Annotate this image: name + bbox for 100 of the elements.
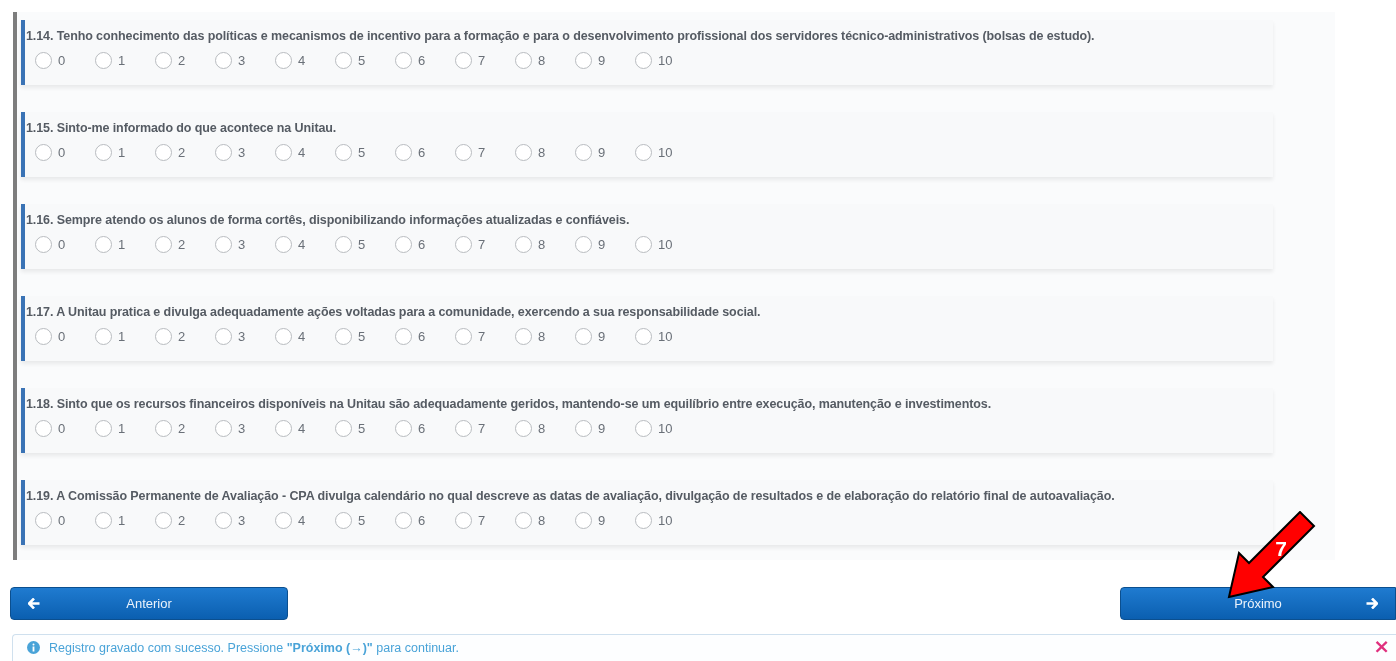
radio-button[interactable]: [95, 236, 112, 253]
radio-button[interactable]: [515, 512, 532, 529]
radio-button[interactable]: [515, 236, 532, 253]
radio-button[interactable]: [455, 420, 472, 437]
radio-button[interactable]: [455, 512, 472, 529]
option-label: 3: [238, 513, 246, 528]
radio-button[interactable]: [95, 420, 112, 437]
option-label: 9: [598, 145, 606, 160]
radio-button[interactable]: [215, 420, 232, 437]
question-text: 1.15. Sinto-me informado do que acontece na Unitau.: [26, 121, 338, 135]
radio-button[interactable]: [395, 512, 412, 529]
option-label: 8: [538, 421, 546, 436]
radio-button[interactable]: [335, 328, 352, 345]
option-label: 4: [298, 513, 306, 528]
radio-button[interactable]: [35, 512, 52, 529]
radio-button[interactable]: [335, 144, 352, 161]
radio-button[interactable]: [635, 512, 652, 529]
radio-button[interactable]: [635, 236, 652, 253]
close-button[interactable]: ×: [1373, 636, 1390, 656]
radio-button[interactable]: [95, 328, 112, 345]
option-label: 0: [58, 513, 66, 528]
radio-button[interactable]: [335, 52, 352, 69]
option-label: 9: [598, 237, 606, 252]
radio-button[interactable]: [155, 420, 172, 437]
radio-button[interactable]: [455, 52, 472, 69]
radio-button[interactable]: [395, 328, 412, 345]
radio-button[interactable]: [335, 420, 352, 437]
radio-button[interactable]: [455, 328, 472, 345]
radio-button[interactable]: [635, 144, 652, 161]
radio-button[interactable]: [215, 328, 232, 345]
radio-button[interactable]: [635, 420, 652, 437]
option-label: 5: [358, 513, 366, 528]
next-button[interactable]: Próximo: [1120, 587, 1396, 620]
radio-button[interactable]: [155, 236, 172, 253]
radio-button[interactable]: [35, 52, 52, 69]
radio-button[interactable]: [35, 420, 52, 437]
option-label: 2: [178, 145, 186, 160]
radio-button[interactable]: [95, 512, 112, 529]
radio-button[interactable]: [395, 420, 412, 437]
radio-button[interactable]: [515, 144, 532, 161]
radio-button[interactable]: [35, 236, 52, 253]
radio-button[interactable]: [275, 144, 292, 161]
radio-button[interactable]: [215, 52, 232, 69]
option-label: 8: [538, 513, 546, 528]
option-label: 10: [658, 53, 673, 68]
arrow-right-icon: [1366, 598, 1378, 609]
radio-button[interactable]: [35, 144, 52, 161]
option-label: 9: [598, 513, 606, 528]
option-label: 2: [178, 421, 186, 436]
option-label: 4: [298, 145, 306, 160]
option-label: 0: [58, 53, 66, 68]
radio-button[interactable]: [215, 236, 232, 253]
question-text: 1.18. Sinto que os recursos financeiros disponíveis na Unitau são adequadamente geridos, mantendo-se um equilíbrio entre execução, manutenção e investimentos.: [26, 397, 993, 411]
option-label: 8: [538, 329, 546, 344]
option-label: 3: [238, 421, 246, 436]
radio-button[interactable]: [335, 236, 352, 253]
radio-button[interactable]: [575, 52, 592, 69]
radio-button[interactable]: [515, 420, 532, 437]
radio-button[interactable]: [155, 328, 172, 345]
radio-button[interactable]: [515, 52, 532, 69]
radio-button[interactable]: [575, 420, 592, 437]
radio-button[interactable]: [575, 236, 592, 253]
previous-button[interactable]: Anterior: [10, 587, 288, 620]
radio-button[interactable]: [215, 144, 232, 161]
radio-button[interactable]: [575, 512, 592, 529]
radio-button[interactable]: [455, 236, 472, 253]
option-label: 7: [478, 53, 486, 68]
option-label: 8: [538, 237, 546, 252]
radio-button[interactable]: [155, 52, 172, 69]
option-label: 8: [538, 145, 546, 160]
radio-button[interactable]: [515, 328, 532, 345]
option-label: 2: [178, 329, 186, 344]
radio-button[interactable]: [275, 52, 292, 69]
radio-button[interactable]: [335, 512, 352, 529]
option-label: 10: [658, 237, 673, 252]
radio-button[interactable]: [215, 512, 232, 529]
radio-button[interactable]: [575, 328, 592, 345]
radio-button[interactable]: [275, 420, 292, 437]
option-label: 6: [418, 237, 426, 252]
radio-button[interactable]: [35, 328, 52, 345]
info-icon: [27, 641, 40, 654]
radio-button[interactable]: [395, 144, 412, 161]
option-label: 5: [358, 145, 366, 160]
radio-button[interactable]: [95, 144, 112, 161]
radio-button[interactable]: [395, 236, 412, 253]
option-label: 1: [118, 421, 126, 436]
radio-button[interactable]: [275, 512, 292, 529]
radio-button[interactable]: [575, 144, 592, 161]
radio-button[interactable]: [155, 512, 172, 529]
radio-button[interactable]: [395, 52, 412, 69]
option-label: 6: [418, 329, 426, 344]
radio-button[interactable]: [635, 328, 652, 345]
option-label: 4: [298, 421, 306, 436]
radio-button[interactable]: [275, 236, 292, 253]
radio-button[interactable]: [635, 52, 652, 69]
radio-button[interactable]: [155, 144, 172, 161]
radio-button[interactable]: [455, 144, 472, 161]
radio-button[interactable]: [275, 328, 292, 345]
step-number: 7: [1275, 537, 1287, 560]
radio-button[interactable]: [95, 52, 112, 69]
